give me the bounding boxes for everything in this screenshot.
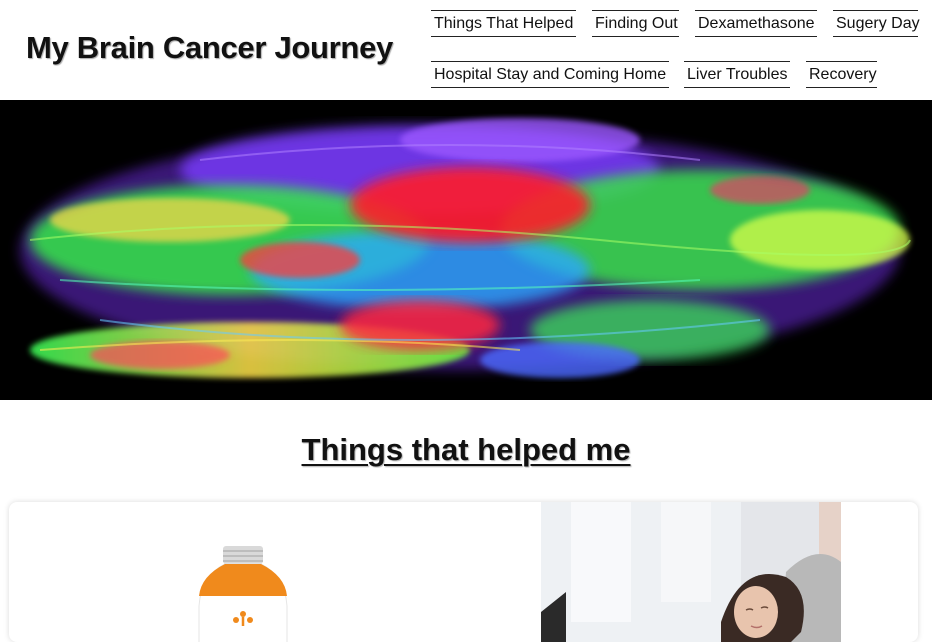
nav-dexamethasone[interactable]: Dexamethasone bbox=[695, 10, 817, 37]
nav-surgery-day[interactable]: Sugery Day bbox=[833, 10, 920, 37]
site-header: My Brain Cancer Journey Things That Help… bbox=[0, 0, 932, 100]
drink-bottle-image bbox=[198, 546, 288, 642]
nav-liver-troubles[interactable]: Liver Troubles bbox=[684, 61, 790, 88]
section-heading: Things that helped me bbox=[301, 432, 631, 467]
site-title[interactable]: My Brain Cancer Journey bbox=[26, 30, 393, 66]
resting-woman-photo bbox=[541, 502, 841, 642]
brain-tractography-image bbox=[0, 100, 932, 400]
nav-recovery[interactable]: Recovery bbox=[806, 61, 877, 88]
helped-items-card bbox=[9, 502, 918, 642]
nav-finding-out[interactable]: Finding Out bbox=[592, 10, 679, 37]
nav-hospital-stay[interactable]: Hospital Stay and Coming Home bbox=[431, 61, 669, 88]
hero-banner bbox=[0, 100, 932, 400]
nav-things-that-helped[interactable]: Things That Helped bbox=[431, 10, 576, 37]
